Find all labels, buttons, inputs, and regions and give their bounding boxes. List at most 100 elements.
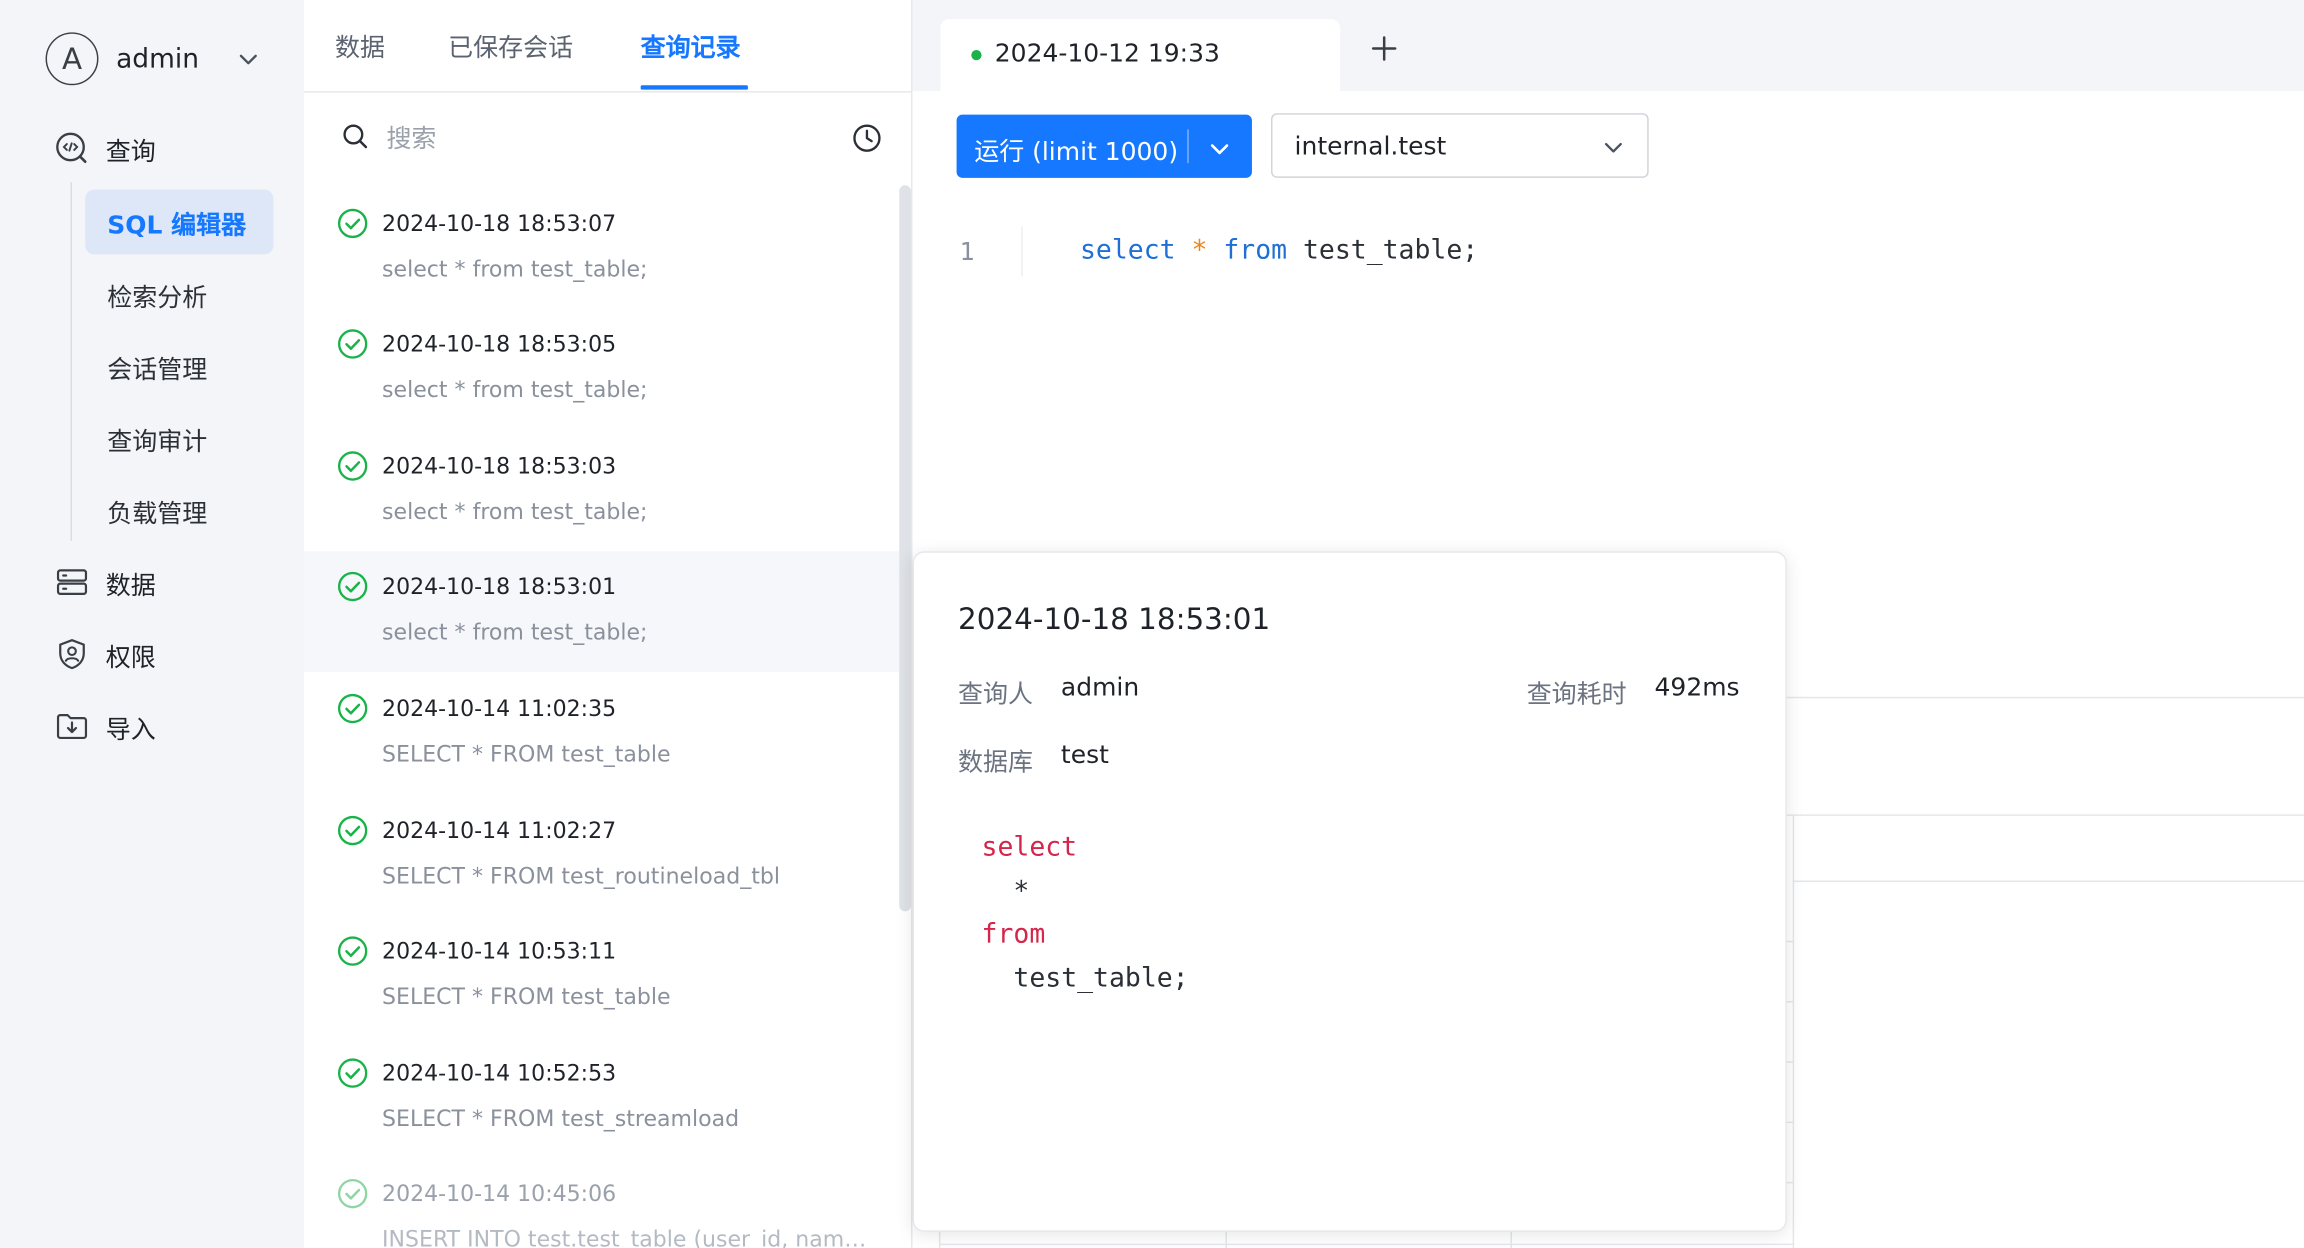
check-circle-icon <box>336 1177 368 1215</box>
code-line: select * from test_table; <box>1080 235 1478 266</box>
sql-keyword: from <box>981 918 1046 950</box>
run-button[interactable]: 运行 (limit 1000) <box>956 114 1252 178</box>
result-grid-line <box>1783 696 2304 699</box>
tab-saved-sessions[interactable]: 已保存会话 <box>448 26 573 63</box>
history-item-query: SELECT * FROM test_routineload_tbl <box>382 862 780 890</box>
check-circle-icon <box>336 570 368 608</box>
nav-query-label: 查询 <box>105 137 156 167</box>
search-bar <box>304 103 911 174</box>
history-item-time: 2024-10-18 18:53:07 <box>382 210 617 237</box>
check-circle-icon <box>336 692 368 730</box>
database-select-value: internal.test <box>1294 132 1447 162</box>
sidebar-item-query-audit[interactable]: 查询审计 <box>85 406 273 471</box>
code-keyword: select <box>1080 235 1176 267</box>
database-icon <box>53 563 91 601</box>
history-item-query: select * from test_table; <box>382 255 648 283</box>
history-item[interactable]: 2024-10-18 18:53:05 select * from test_t… <box>304 309 899 430</box>
scrollbar-thumb[interactable] <box>899 185 912 912</box>
result-grid-line <box>938 1243 1795 1246</box>
detail-db-label: 数据库 <box>958 748 1033 778</box>
nav-data[interactable]: 数据 <box>53 556 156 609</box>
editor-tab[interactable]: 2024-10-12 19:33 <box>940 19 1341 92</box>
history-item-time: 2024-10-14 10:45:06 <box>382 1180 617 1207</box>
shield-user-icon <box>53 635 91 673</box>
chevron-down-icon[interactable] <box>1208 137 1232 166</box>
sidebar-item-session-management[interactable]: 会话管理 <box>85 334 273 399</box>
history-item-query: SELECT * FROM test_streamload <box>382 1105 740 1132</box>
detail-sql: select * from test_table; <box>982 826 1189 999</box>
history-item-query: INSERT INTO test.test_table (user_id, na… <box>382 1225 867 1248</box>
sql-keyword: select <box>981 832 1078 863</box>
sidebar-item-workload-management[interactable]: 负载管理 <box>85 478 273 543</box>
history-item-time: 2024-10-14 11:02:35 <box>382 695 617 722</box>
nav-import[interactable]: 导入 <box>53 700 156 753</box>
editor-tab-title: 2024-10-12 19:33 <box>994 39 1220 70</box>
history-item[interactable]: 2024-10-14 10:45:06 INSERT INTO test.tes… <box>304 1158 899 1248</box>
check-circle-icon <box>336 328 368 366</box>
run-button-label: 运行 (limit 1000) <box>974 138 1179 168</box>
tab-query-history[interactable]: 查询记录 <box>641 26 741 63</box>
history-list: 2024-10-18 18:53:07 select * from test_t… <box>304 188 900 1248</box>
tab-data[interactable]: 数据 <box>335 26 385 63</box>
search-input[interactable] <box>383 117 831 162</box>
sidebar-item-sql-editor[interactable]: SQL 编辑器 <box>85 189 274 255</box>
history-item[interactable]: 2024-10-14 11:02:35 SELECT * FROM test_t… <box>304 673 899 794</box>
code-keyword: from <box>1223 235 1288 267</box>
submenu-divider <box>70 182 73 541</box>
nav-data-label: 数据 <box>105 571 156 601</box>
history-item[interactable]: 2024-10-14 10:53:11 SELECT * FROM test_t… <box>304 916 899 1037</box>
clock-icon[interactable] <box>851 122 883 160</box>
detail-duration-value: 492ms <box>1654 673 1740 703</box>
history-item[interactable]: 2024-10-18 18:53:03 select * from test_t… <box>304 431 899 552</box>
detail-user-value: admin <box>1060 673 1140 703</box>
history-item[interactable]: 2024-10-14 11:02:27 SELECT * FROM test_r… <box>304 795 899 916</box>
code-icon <box>53 129 91 167</box>
result-grid-line <box>1792 815 1795 1248</box>
history-item-query: select * from test_table; <box>382 498 648 525</box>
check-circle-icon <box>336 814 368 852</box>
avatar: A <box>45 32 99 86</box>
plus-icon[interactable] <box>1369 34 1398 69</box>
app-window: A admin 查询 SQL 编辑器 检索分析 会话管理 查询审计 负载管理 数… <box>0 0 2304 1248</box>
detail-db-value: test <box>1060 740 1109 771</box>
nav-query[interactable]: 查询 <box>53 122 156 175</box>
history-item-query: select * from test_table; <box>382 618 648 646</box>
detail-duration-label: 查询耗时 <box>1526 680 1627 711</box>
result-grid-line <box>1792 880 2304 882</box>
nav-permissions[interactable]: 权限 <box>53 628 156 681</box>
sidebar-item-search-analysis[interactable]: 检索分析 <box>85 262 273 327</box>
history-item-time: 2024-10-18 18:53:01 <box>382 573 617 600</box>
history-item-query: select * from test_table; <box>382 376 648 403</box>
panel-tabs: 数据 已保存会话 查询记录 <box>304 0 912 93</box>
history-item[interactable]: 2024-10-14 10:52:53 SELECT * FROM test_s… <box>304 1038 899 1159</box>
result-grid-line <box>1783 814 2304 816</box>
check-circle-icon <box>336 1057 368 1095</box>
run-button-divider <box>1187 129 1189 164</box>
nav-import-label: 导入 <box>105 715 156 745</box>
database-select[interactable]: internal.test <box>1271 113 1649 178</box>
sql-identifier: test_table; <box>1013 962 1189 993</box>
detail-user-label: 查询人 <box>958 680 1033 711</box>
history-panel: 数据 已保存会话 查询记录 2024-10-18 18:53:07 select… <box>304 0 913 1248</box>
detail-time: 2024-10-18 18:53:01 <box>958 601 1271 637</box>
history-item-selected[interactable]: 2024-10-18 18:53:01 select * from test_t… <box>304 551 900 672</box>
history-item-time: 2024-10-18 18:53:05 <box>382 330 617 358</box>
line-number: 1 <box>959 238 975 268</box>
history-item-time: 2024-10-14 10:53:11 <box>382 937 617 965</box>
status-dot <box>971 49 982 61</box>
check-circle-icon <box>336 450 368 488</box>
user-menu[interactable]: A admin <box>45 29 261 88</box>
code-editor[interactable]: 1 select * from test_table; <box>912 206 2304 544</box>
code-identifier: test_table; <box>1303 235 1479 267</box>
gutter-divider <box>1021 226 1023 277</box>
sql-operator: * <box>1013 875 1030 907</box>
history-item[interactable]: 2024-10-18 18:53:07 select * from test_t… <box>304 188 899 309</box>
check-circle-icon <box>336 207 368 245</box>
history-item-time: 2024-10-14 10:52:53 <box>382 1059 617 1087</box>
history-item-query: SELECT * FROM test_table <box>382 740 671 768</box>
active-tab-indicator <box>640 85 748 90</box>
query-detail-popover: 2024-10-18 18:53:01 查询人 admin 查询耗时 492ms… <box>912 551 1787 1232</box>
import-folder-icon <box>53 707 91 745</box>
nav-permissions-label: 权限 <box>105 643 156 673</box>
username: admin <box>116 43 199 75</box>
